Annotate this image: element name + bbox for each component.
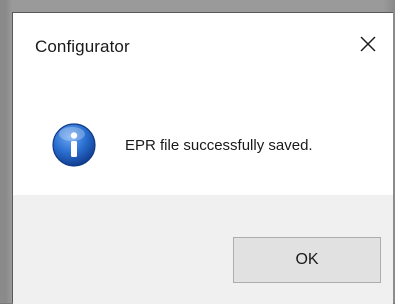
info-icon	[52, 123, 96, 167]
window-title: Configurator	[35, 37, 130, 56]
close-button[interactable]	[351, 27, 385, 61]
ok-button[interactable]: OK	[233, 237, 381, 283]
dialog-content: EPR file successfully saved.	[13, 75, 393, 195]
message-dialog: Configurator EPR file successfully saved…	[12, 12, 393, 304]
message-text: EPR file successfully saved.	[125, 137, 313, 154]
title-bar[interactable]: Configurator	[13, 13, 393, 75]
close-icon	[360, 36, 376, 52]
button-bar: OK	[13, 195, 393, 304]
